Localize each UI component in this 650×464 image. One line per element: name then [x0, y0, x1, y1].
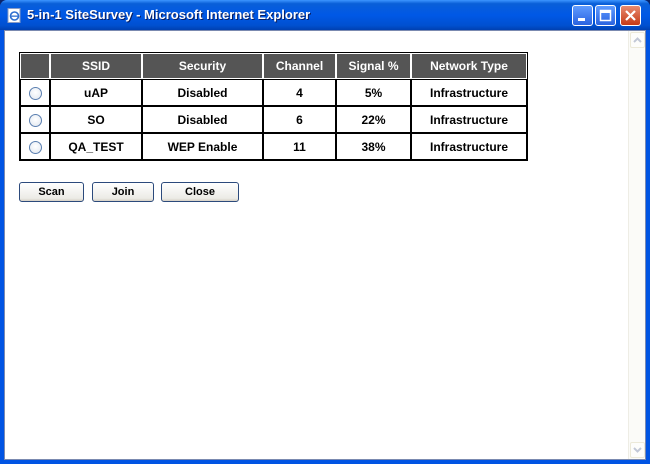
- network-type-cell: Infrastructure: [411, 133, 527, 160]
- channel-cell: 6: [263, 106, 336, 133]
- ie-window: 5-in-1 SiteSurvey - Microsoft Internet E…: [0, 0, 650, 464]
- scroll-down-button[interactable]: [630, 442, 645, 458]
- minimize-button[interactable]: [572, 5, 593, 26]
- vertical-scrollbar[interactable]: [628, 31, 645, 459]
- select-cell: [20, 106, 50, 133]
- join-button[interactable]: Join: [92, 182, 154, 202]
- table-header-row: SSID Security Channel Signal % Network T…: [20, 53, 527, 79]
- maximize-button[interactable]: [595, 5, 616, 26]
- close-button[interactable]: Close: [161, 182, 239, 202]
- column-header-ssid: SSID: [50, 53, 142, 79]
- channel-cell: 4: [263, 79, 336, 106]
- select-column-header: [20, 53, 50, 79]
- network-radio-button[interactable]: [28, 140, 42, 154]
- security-cell: Disabled: [142, 106, 263, 133]
- column-header-network-type: Network Type: [411, 53, 527, 79]
- window-title: 5-in-1 SiteSurvey - Microsoft Internet E…: [27, 7, 311, 22]
- window-border-right: [646, 30, 650, 464]
- site-survey-table: SSID Security Channel Signal % Network T…: [19, 52, 528, 161]
- network-type-cell: Infrastructure: [411, 106, 527, 133]
- close-window-button[interactable]: [620, 5, 641, 26]
- table-row: uAP Disabled 4 5% Infrastructure: [20, 79, 527, 106]
- network-radio-button[interactable]: [28, 86, 42, 100]
- select-cell: [20, 79, 50, 106]
- ssid-cell: SO: [50, 106, 142, 133]
- channel-cell: 11: [263, 133, 336, 160]
- column-header-signal: Signal %: [336, 53, 411, 79]
- scroll-up-button[interactable]: [630, 32, 645, 48]
- ssid-cell: QA_TEST: [50, 133, 142, 160]
- network-type-cell: Infrastructure: [411, 79, 527, 106]
- table-row: SO Disabled 6 22% Infrastructure: [20, 106, 527, 133]
- window-border-bottom: [0, 460, 650, 464]
- security-cell: WEP Enable: [142, 133, 263, 160]
- column-header-channel: Channel: [263, 53, 336, 79]
- page-content: SSID Security Channel Signal % Network T…: [4, 30, 646, 460]
- title-bar[interactable]: 5-in-1 SiteSurvey - Microsoft Internet E…: [0, 0, 650, 30]
- column-header-security: Security: [142, 53, 263, 79]
- ssid-cell: uAP: [50, 79, 142, 106]
- chevron-up-icon: [633, 37, 642, 43]
- chevron-down-icon: [633, 447, 642, 453]
- maximize-icon: [599, 9, 612, 22]
- signal-cell: 38%: [336, 133, 411, 160]
- close-icon: [625, 10, 636, 21]
- network-radio-button[interactable]: [28, 113, 42, 127]
- signal-cell: 5%: [336, 79, 411, 106]
- minimize-icon: [578, 18, 585, 21]
- table-row: QA_TEST WEP Enable 11 38% Infrastructure: [20, 133, 527, 160]
- security-cell: Disabled: [142, 79, 263, 106]
- signal-cell: 22%: [336, 106, 411, 133]
- ie-page-icon: [7, 8, 21, 23]
- select-cell: [20, 133, 50, 160]
- scan-button[interactable]: Scan: [19, 182, 84, 202]
